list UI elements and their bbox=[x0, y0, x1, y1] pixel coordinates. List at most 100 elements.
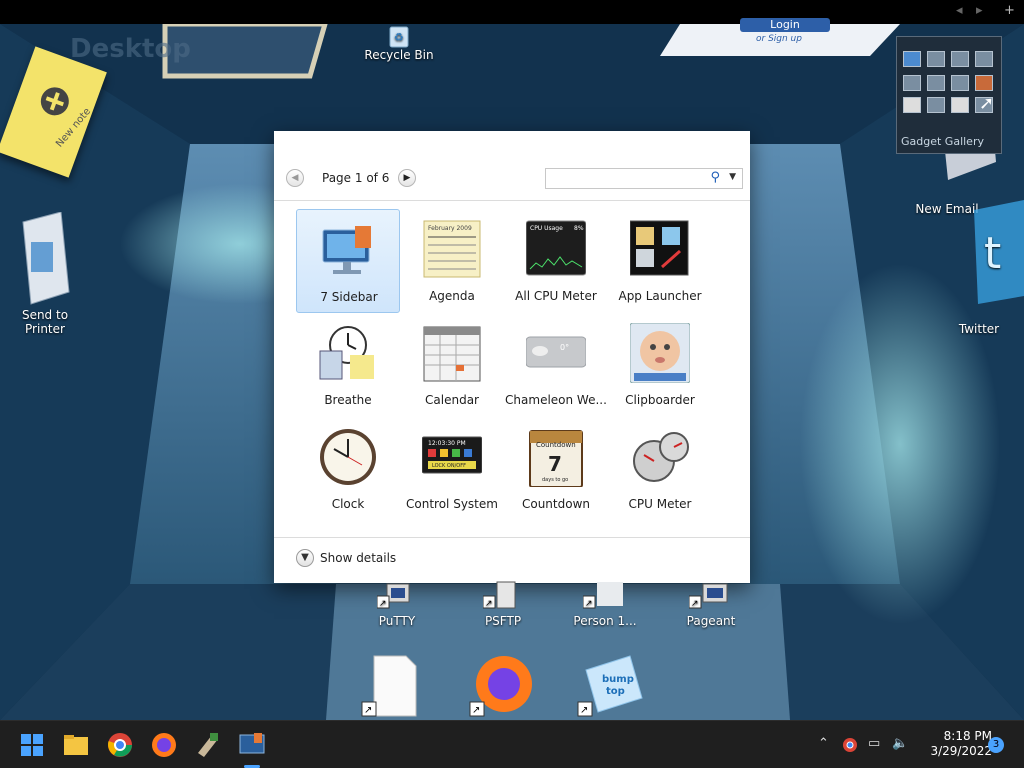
send-to-printer-label: Send to Printer bbox=[21, 308, 69, 336]
countdown-title: Countdown bbox=[536, 441, 576, 449]
search-box[interactable]: ⚲ ▼ bbox=[545, 168, 743, 189]
control-time: 12:03:30 PM bbox=[428, 440, 466, 447]
weather-temp: 0° bbox=[560, 343, 569, 352]
psftp-icon: ↗ bbox=[483, 581, 516, 609]
svg-text:♻: ♻ bbox=[394, 31, 404, 44]
gadget-name: Chameleon We... bbox=[505, 393, 607, 407]
svg-text:↗: ↗ bbox=[364, 705, 372, 716]
show-details-button[interactable]: ▼ bbox=[296, 549, 314, 567]
putty-icon: ↗ bbox=[377, 583, 410, 609]
send-to-printer-shortcut[interactable]: Send to Printer bbox=[0, 212, 90, 336]
gadget-item[interactable]: February 2009 Agenda bbox=[400, 209, 504, 313]
prev-icon[interactable]: ◂ bbox=[956, 3, 963, 18]
cpu-meter-icon bbox=[633, 432, 689, 482]
gadget-name: App Launcher bbox=[618, 289, 702, 303]
gadget-item[interactable]: App Launcher bbox=[608, 209, 712, 313]
file-explorer-icon[interactable] bbox=[60, 729, 92, 761]
gadget-item[interactable]: Clock bbox=[296, 417, 400, 521]
firefox-icon[interactable] bbox=[148, 729, 180, 761]
gadget-name: Clock bbox=[331, 497, 365, 511]
previous-page-button[interactable]: ◀ bbox=[286, 169, 304, 187]
firefox-shortcut-icon[interactable]: ↗ bbox=[468, 652, 534, 718]
gadget-name: CPU Meter bbox=[628, 497, 692, 511]
search-input[interactable] bbox=[550, 169, 700, 188]
gadget-name: Control System bbox=[406, 497, 498, 511]
chevron-up-icon[interactable]: ⌃ bbox=[818, 736, 829, 751]
countdown-icon: Countdown 7 days to go bbox=[529, 430, 583, 487]
app-launcher-icon bbox=[630, 220, 689, 276]
pageant-icon: ↗ bbox=[689, 583, 728, 609]
chrome-icon[interactable] bbox=[104, 729, 136, 761]
countdown-days: 7 bbox=[548, 452, 562, 476]
putty-label: PuTTY bbox=[378, 614, 416, 628]
gallery-footer: ▼ Show details bbox=[274, 537, 750, 583]
clock[interactable]: 8:18 PM 3/29/2022 bbox=[920, 729, 992, 759]
document-shortcut-icon[interactable]: ↗ bbox=[360, 654, 420, 718]
gadget-name: Countdown bbox=[521, 497, 590, 511]
start-icon[interactable] bbox=[16, 729, 48, 761]
chevron-down-icon[interactable]: ▼ bbox=[729, 172, 736, 182]
mouse-cursor-icon: ➚ bbox=[979, 93, 995, 114]
person-icon: ↗ bbox=[583, 582, 623, 609]
gadget-item[interactable]: Breathe bbox=[296, 313, 400, 417]
svg-text:↗: ↗ bbox=[485, 599, 493, 609]
notification-badge[interactable]: 3 bbox=[988, 737, 1004, 753]
cpu-title: CPU Usage bbox=[530, 225, 563, 232]
recycle-bin-shortcut[interactable]: ♻ Recycle Bin bbox=[354, 24, 444, 62]
gadget-name: Calendar bbox=[425, 393, 479, 407]
chrome-tray-icon[interactable] bbox=[842, 737, 858, 753]
twitter-shortcut[interactable]: t Twitter bbox=[934, 200, 1024, 336]
taskbar: ⌃ ▭ 🔈 8:18 PM 3/29/2022 3 bbox=[0, 720, 1024, 768]
gadgets-icon[interactable] bbox=[236, 729, 268, 761]
gallery-header: ◀ Page 1 of 6 ▶ ⚲ ▼ bbox=[274, 131, 750, 201]
signup-link[interactable]: or Sign up bbox=[756, 34, 802, 44]
gadget-name: 7 Sidebar bbox=[320, 290, 378, 304]
svg-text:top: top bbox=[606, 686, 625, 697]
gadget-item[interactable]: Clipboarder bbox=[608, 313, 712, 417]
gadget-item[interactable]: Countdown 7 days to go Countdown bbox=[504, 417, 608, 521]
twitter-icon: t bbox=[974, 200, 1024, 304]
gadget-name: Breathe bbox=[324, 393, 372, 407]
putty-shortcut[interactable]: ↗ PuTTY bbox=[352, 580, 442, 628]
printer-icon bbox=[22, 212, 70, 305]
gadget-name: Clipboarder bbox=[625, 393, 695, 407]
svg-text:bump: bump bbox=[602, 674, 634, 685]
svg-text:↗: ↗ bbox=[472, 705, 480, 716]
person-shortcut[interactable]: ↗ Person 1... bbox=[560, 580, 650, 628]
gadget-name: Agenda bbox=[429, 289, 475, 303]
gadget-item[interactable]: 7 Sidebar bbox=[296, 209, 400, 313]
add-note-icon[interactable] bbox=[36, 82, 74, 120]
pageant-shortcut[interactable]: ↗ Pageant bbox=[666, 580, 756, 628]
agenda-icon: February 2009 bbox=[423, 220, 481, 278]
cpu-usage-icon: CPU Usage 8% bbox=[526, 220, 586, 276]
network-icon[interactable]: ▭ bbox=[868, 736, 880, 751]
show-details-label[interactable]: Show details bbox=[320, 551, 396, 565]
search-icon[interactable]: ⚲ bbox=[710, 170, 720, 185]
top-bar: ◂ ▸ + bbox=[0, 0, 1024, 24]
gadget-gallery-caption: Gadget Gallery bbox=[901, 135, 984, 148]
countdown-sub: days to go bbox=[542, 477, 568, 483]
page-indicator: Page 1 of 6 bbox=[322, 171, 390, 185]
agenda-month: February 2009 bbox=[428, 225, 472, 232]
psftp-label: PSFTP bbox=[484, 614, 522, 628]
login-button[interactable]: Login bbox=[740, 18, 830, 32]
gadget-gallery-preview[interactable]: ➚ Gadget Gallery bbox=[896, 36, 1002, 154]
gadget-name: All CPU Meter bbox=[515, 289, 597, 303]
svg-text:↗: ↗ bbox=[691, 599, 699, 609]
gadget-item[interactable]: 12:03:30 PM LOCK ON/OFF Control System bbox=[400, 417, 504, 521]
svg-text:↗: ↗ bbox=[585, 599, 593, 609]
plus-icon[interactable]: + bbox=[1004, 3, 1015, 18]
control-lock: LOCK ON/OFF bbox=[432, 463, 466, 469]
psftp-shortcut[interactable]: ↗ PSFTP bbox=[458, 580, 548, 628]
app-icon[interactable] bbox=[192, 729, 224, 761]
bumptop-shortcut-icon[interactable]: bump top ↗ bbox=[576, 652, 646, 718]
next-page-button[interactable]: ▶ bbox=[398, 169, 416, 187]
gadget-item[interactable]: Calendar bbox=[400, 313, 504, 417]
gadget-item[interactable]: 0° Chameleon We... bbox=[504, 313, 608, 417]
gadget-gallery-dialog: ◀ Page 1 of 6 ▶ ⚲ ▼ 7 Sidebar February 2… bbox=[274, 131, 750, 583]
volume-icon[interactable]: 🔈 bbox=[892, 736, 908, 751]
gadget-item[interactable]: CPU Meter bbox=[608, 417, 712, 521]
cpu-pct: 8% bbox=[574, 225, 584, 232]
next-icon[interactable]: ▸ bbox=[976, 3, 983, 18]
gadget-item[interactable]: CPU Usage 8% All CPU Meter bbox=[504, 209, 608, 313]
